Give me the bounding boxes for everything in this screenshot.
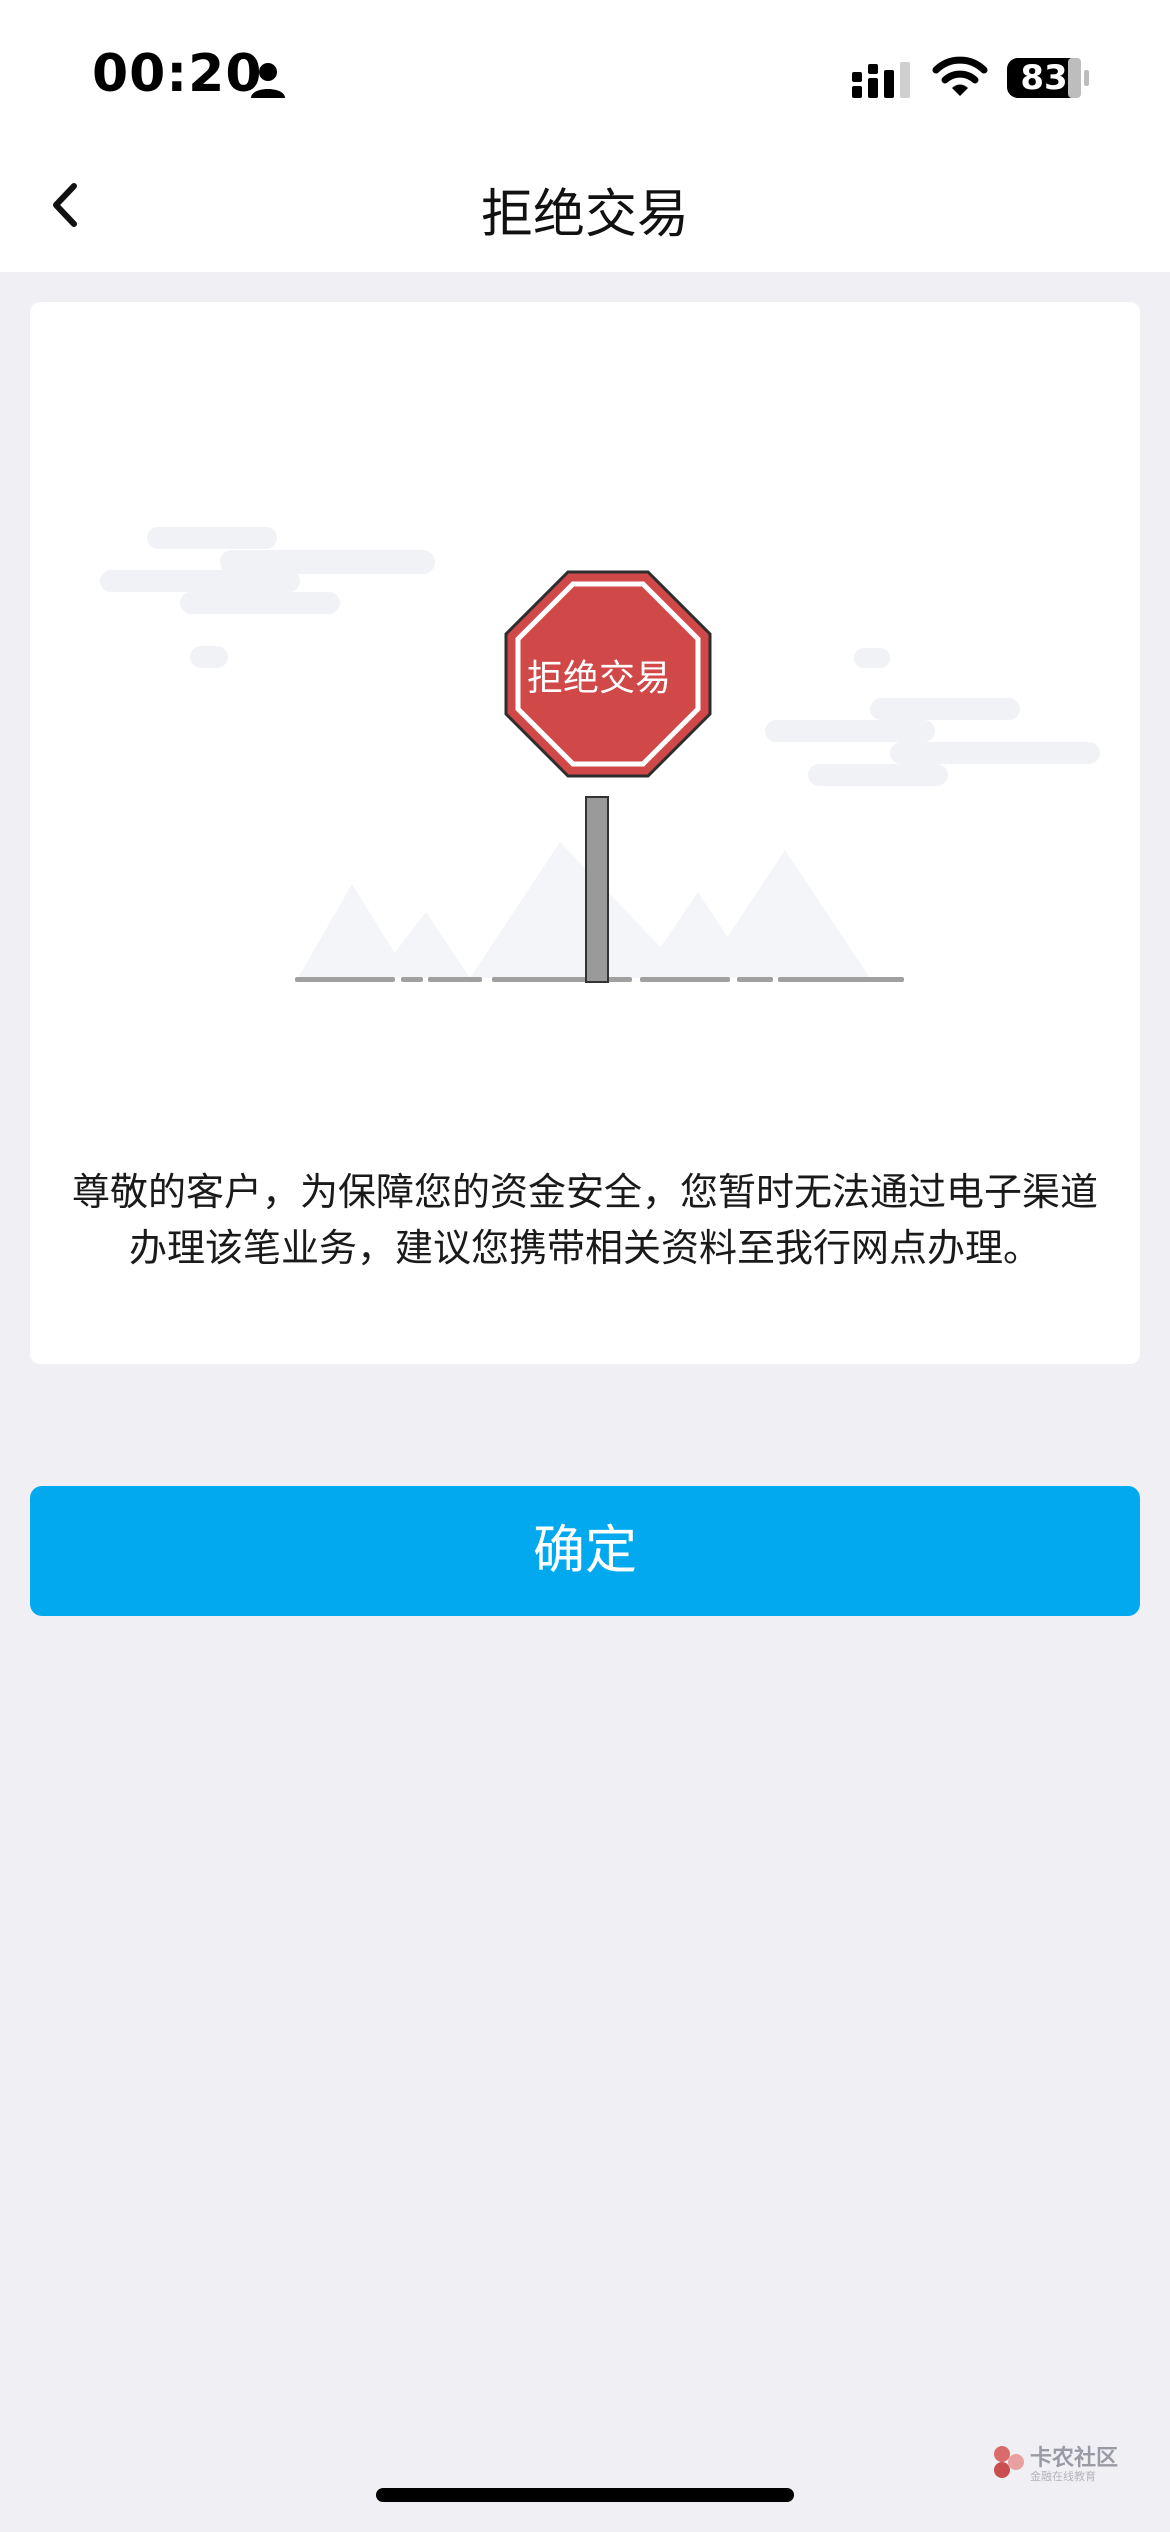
signal-icon — [852, 62, 910, 98]
page-title: 拒绝交易 — [480, 185, 689, 245]
stop-sign-illustration: 拒绝交易 — [100, 527, 1100, 983]
status-time: 00:20 — [92, 44, 263, 104]
message-text: 尊敬的客户，为保障您的资金安全，您暂时无法通过电子渠道办理该笔业务，建议您携带相… — [71, 1170, 1098, 1270]
sign-pole — [585, 796, 609, 983]
cloud-left — [100, 527, 435, 668]
home-indicator — [376, 2488, 794, 2502]
wifi-icon — [932, 56, 988, 96]
cloud-right — [765, 648, 1100, 786]
stop-sign: 拒绝交易 — [504, 570, 712, 778]
confirm-button[interactable]: 确定 — [30, 1486, 1140, 1616]
mountains — [298, 842, 870, 978]
kanong-logo-icon — [994, 2446, 1024, 2478]
watermark-subtitle: 金融在线教育 — [1030, 2470, 1096, 2483]
sign-text: 拒绝交易 — [527, 658, 671, 699]
person-icon — [251, 63, 285, 98]
battery-level: 83 — [1020, 58, 1068, 98]
